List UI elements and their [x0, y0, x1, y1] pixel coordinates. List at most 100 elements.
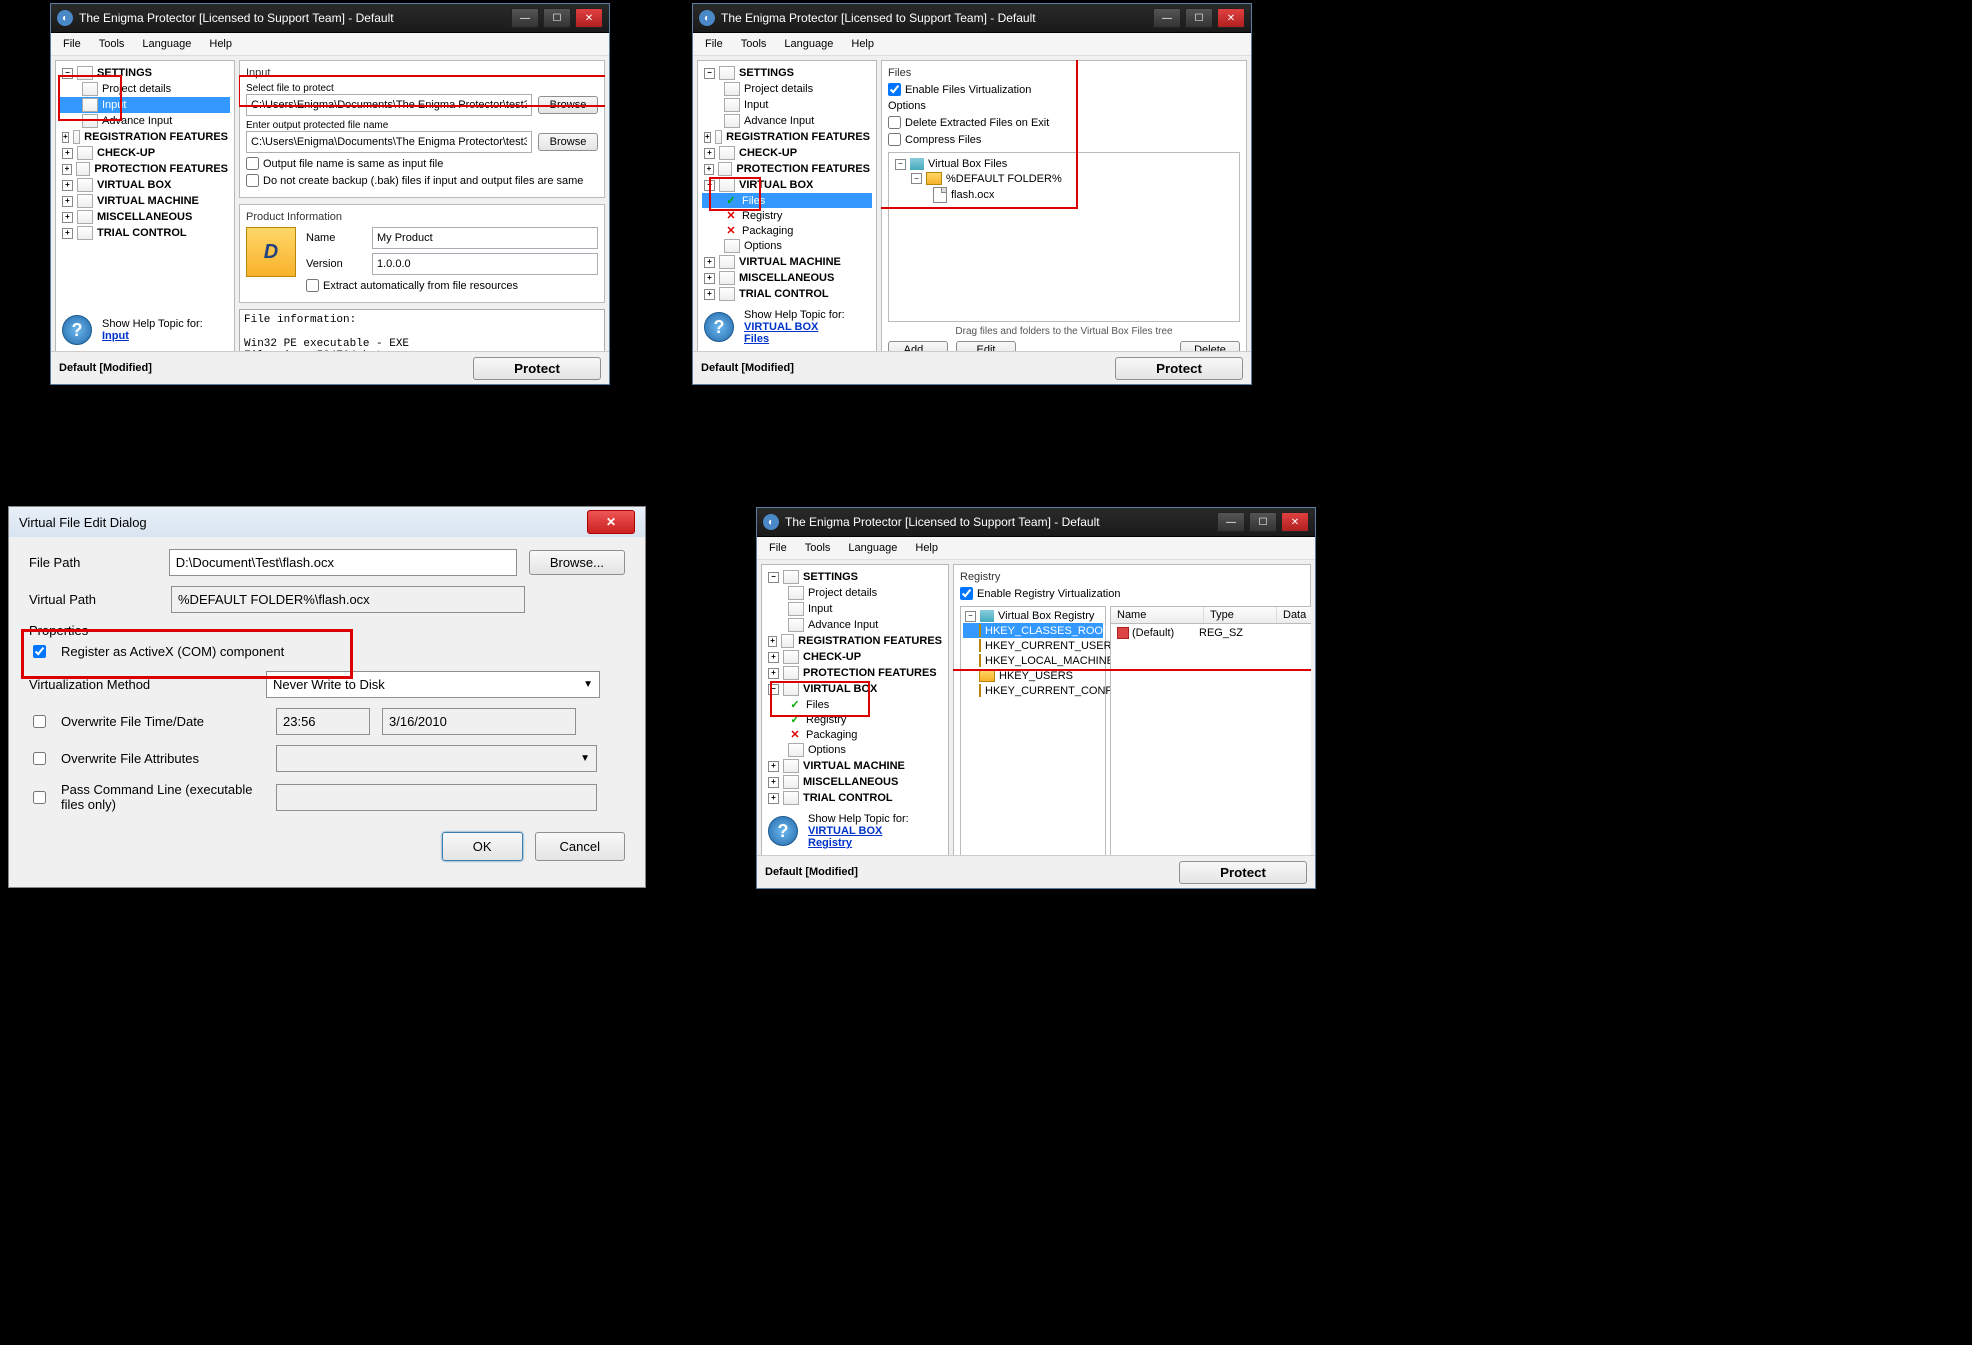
overwrite-time-checkbox[interactable] — [33, 715, 46, 728]
expand-icon[interactable]: + — [704, 148, 715, 159]
expand-icon[interactable]: + — [62, 148, 73, 159]
help-icon[interactable]: ? — [704, 312, 734, 342]
titlebar[interactable]: ◐ The Enigma Protector [Licensed to Supp… — [757, 508, 1315, 537]
collapse-icon[interactable]: − — [704, 68, 715, 79]
tree-vb-files[interactable]: ✓Files — [766, 697, 944, 712]
same-name-checkbox[interactable] — [246, 157, 259, 170]
registry-tree[interactable]: −Virtual Box Registry HKEY_CLASSES_ROOT … — [960, 606, 1106, 856]
activex-checkbox[interactable] — [33, 645, 46, 658]
enable-files-virt-checkbox[interactable] — [888, 83, 901, 96]
tree-vb-packaging[interactable]: ✕Packaging — [766, 727, 944, 742]
menu-tools[interactable]: Tools — [797, 540, 839, 556]
titlebar[interactable]: ◐ The Enigma Protector [Licensed to Supp… — [693, 4, 1251, 33]
browse-input-button[interactable]: Browse — [538, 96, 598, 114]
hkey-current-config[interactable]: HKEY_CURRENT_CONFIG — [963, 683, 1103, 698]
virtual-path-input[interactable] — [171, 586, 525, 613]
expand-icon[interactable]: + — [62, 212, 73, 223]
menu-tools[interactable]: Tools — [91, 36, 133, 52]
tree-project-details[interactable]: Project details — [702, 81, 872, 97]
col-data[interactable]: Data — [1277, 607, 1311, 623]
close-button[interactable]: ✕ — [1217, 8, 1245, 28]
cancel-button[interactable]: Cancel — [535, 832, 625, 861]
compress-files-checkbox[interactable] — [888, 133, 901, 146]
titlebar[interactable]: ◐ The Enigma Protector [Licensed to Supp… — [51, 4, 609, 33]
hkey-local-machine[interactable]: HKEY_LOCAL_MACHINE — [963, 653, 1103, 668]
collapse-icon[interactable]: − — [62, 68, 73, 79]
tree-vb-options[interactable]: Options — [766, 742, 944, 758]
tree-protection[interactable]: +PROTECTION FEATURES — [60, 161, 230, 177]
tree-virtualmachine[interactable]: +VIRTUAL MACHINE — [766, 758, 944, 774]
no-backup-checkbox[interactable] — [246, 174, 259, 187]
tree-vb-options[interactable]: Options — [702, 238, 872, 254]
hkey-current-user[interactable]: HKEY_CURRENT_USER — [963, 638, 1103, 653]
virt-method-combo[interactable]: Never Write to Disk▼ — [266, 671, 600, 698]
hkey-users[interactable]: HKEY_USERS — [963, 668, 1103, 683]
expand-icon[interactable]: + — [768, 636, 777, 647]
overwrite-attr-checkbox[interactable] — [33, 752, 46, 765]
expand-icon[interactable]: + — [62, 132, 69, 143]
close-button[interactable]: ✕ — [1281, 512, 1309, 532]
tree-virtualbox[interactable]: +VIRTUAL BOX — [60, 177, 230, 193]
collapse-icon[interactable]: − — [704, 180, 715, 191]
collapse-icon[interactable]: − — [965, 611, 976, 622]
help-icon[interactable]: ? — [768, 816, 798, 846]
tree-virtualbox[interactable]: −VIRTUAL BOX — [702, 177, 872, 193]
tree-input[interactable]: Input — [60, 97, 230, 113]
expand-icon[interactable]: + — [768, 761, 779, 772]
pass-cmdline-checkbox[interactable] — [33, 791, 46, 804]
browse-output-button[interactable]: Browse — [538, 133, 598, 151]
minimize-button[interactable]: — — [1153, 8, 1181, 28]
expand-icon[interactable]: + — [62, 164, 72, 175]
registry-value-row[interactable]: (Default) REG_SZ — [1113, 626, 1311, 640]
tree-trial[interactable]: +TRIAL CONTROL — [702, 286, 872, 302]
tree-registration[interactable]: +REGISTRATION FEATURES — [702, 129, 872, 145]
maximize-button[interactable]: ☐ — [1249, 512, 1277, 532]
menu-file[interactable]: File — [55, 36, 89, 52]
menu-file[interactable]: File — [697, 36, 731, 52]
tree-advance-input[interactable]: Advance Input — [766, 617, 944, 633]
protect-button[interactable]: Protect — [1179, 861, 1307, 884]
product-name-input[interactable] — [372, 227, 598, 249]
file-path-input[interactable] — [169, 549, 517, 576]
menu-help[interactable]: Help — [201, 36, 240, 52]
tree-registration[interactable]: +REGISTRATION FEATURES — [60, 129, 230, 145]
extract-auto-checkbox[interactable] — [306, 279, 319, 292]
tree-protection[interactable]: +PROTECTION FEATURES — [766, 665, 944, 681]
tree-settings[interactable]: −SETTINGS — [702, 65, 872, 81]
menu-language[interactable]: Language — [776, 36, 841, 52]
protect-button[interactable]: Protect — [473, 357, 601, 380]
ok-button[interactable]: OK — [442, 832, 523, 861]
browse-button[interactable]: Browse... — [529, 550, 625, 575]
expand-icon[interactable]: + — [704, 132, 711, 143]
attr-combo[interactable]: ▼ — [276, 745, 597, 772]
tree-misc[interactable]: +MISCELLANEOUS — [702, 270, 872, 286]
file-info-box[interactable]: File information: Win32 PE executable - … — [239, 309, 605, 352]
expand-icon[interactable]: + — [768, 668, 779, 679]
tree-virtualmachine[interactable]: +VIRTUAL MACHINE — [60, 193, 230, 209]
maximize-button[interactable]: ☐ — [1185, 8, 1213, 28]
expand-icon[interactable]: + — [704, 273, 715, 284]
vb-files-tree[interactable]: −Virtual Box Files −%DEFAULT FOLDER% fla… — [888, 152, 1240, 322]
menu-help[interactable]: Help — [843, 36, 882, 52]
cmdline-input[interactable] — [276, 784, 597, 811]
tree-misc[interactable]: +MISCELLANEOUS — [766, 774, 944, 790]
expand-icon[interactable]: + — [62, 196, 73, 207]
help-link-2[interactable]: Registry — [808, 837, 852, 849]
help-link-1[interactable]: VIRTUAL BOX — [808, 825, 882, 837]
enable-reg-virt-checkbox[interactable] — [960, 587, 973, 600]
expand-icon[interactable]: + — [768, 652, 779, 663]
product-version-input[interactable] — [372, 253, 598, 275]
date-input[interactable] — [382, 708, 576, 735]
menu-language[interactable]: Language — [840, 540, 905, 556]
time-input[interactable] — [276, 708, 370, 735]
tree-project-details[interactable]: Project details — [60, 81, 230, 97]
tree-misc[interactable]: +MISCELLANEOUS — [60, 209, 230, 225]
expand-icon[interactable]: + — [768, 793, 779, 804]
menu-file[interactable]: File — [761, 540, 795, 556]
delete-extracted-checkbox[interactable] — [888, 116, 901, 129]
menu-language[interactable]: Language — [134, 36, 199, 52]
minimize-button[interactable]: — — [511, 8, 539, 28]
tree-trial[interactable]: +TRIAL CONTROL — [60, 225, 230, 241]
dialog-titlebar[interactable]: Virtual File Edit Dialog ✕ — [9, 507, 645, 537]
tree-project-details[interactable]: Project details — [766, 585, 944, 601]
